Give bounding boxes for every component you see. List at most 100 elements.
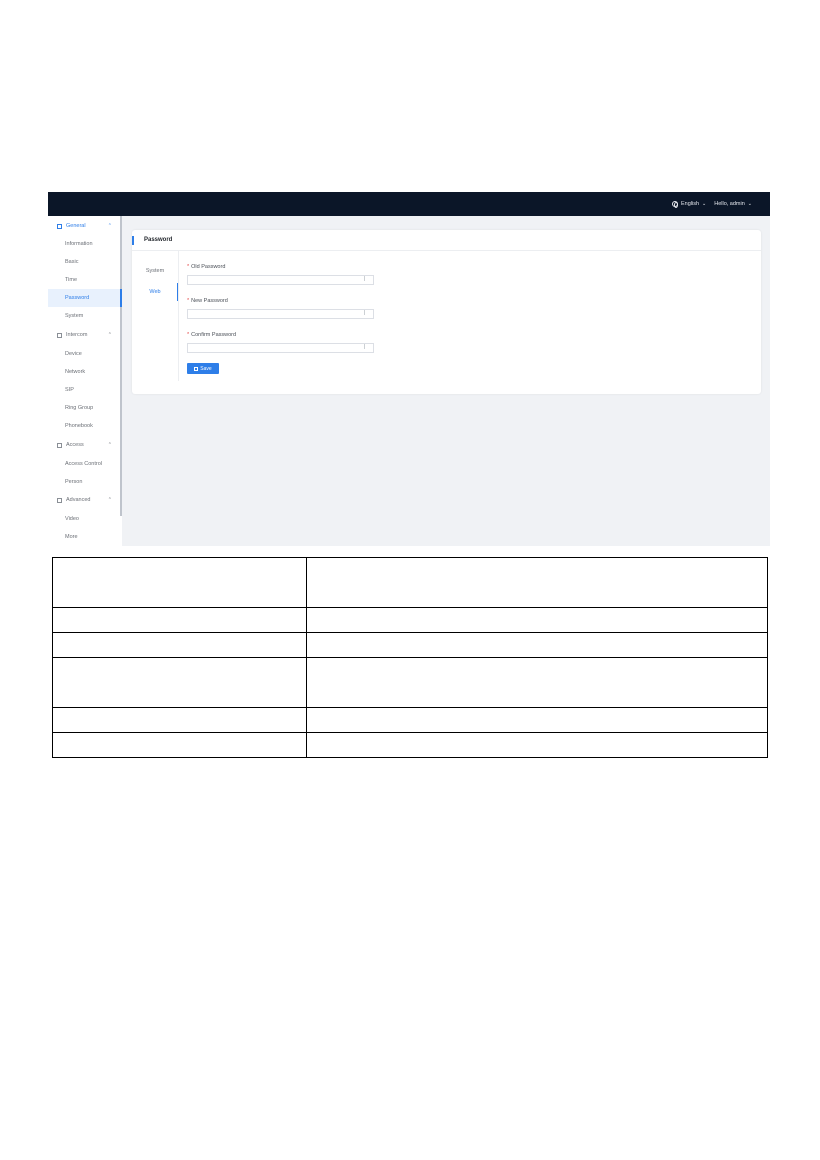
globe-icon bbox=[671, 201, 678, 208]
table-cell bbox=[306, 707, 768, 733]
sidebar-item-sip[interactable]: SIP bbox=[48, 381, 120, 399]
required-marker: * bbox=[187, 332, 190, 338]
language-selector[interactable]: English ⌄ bbox=[671, 201, 707, 208]
subtab-list: System Web bbox=[132, 251, 178, 381]
sidebar-item-label: Video bbox=[65, 516, 79, 522]
sidebar-item-label: More bbox=[65, 534, 78, 540]
sidebar-group-advanced[interactable]: Advanced ⌃ bbox=[48, 491, 120, 509]
table-cell bbox=[52, 707, 307, 733]
sidebar-item-label: SIP bbox=[65, 387, 74, 393]
grid-icon bbox=[57, 223, 62, 229]
sidebar-item-video[interactable]: Video bbox=[48, 510, 120, 528]
table-cell bbox=[52, 632, 307, 658]
subtab-divider bbox=[178, 251, 179, 381]
gear-icon bbox=[57, 497, 62, 503]
table-row bbox=[52, 732, 768, 758]
required-marker: * bbox=[187, 298, 190, 304]
table-row bbox=[52, 607, 768, 633]
chevron-down-icon: ⌄ bbox=[702, 201, 707, 207]
table-cell bbox=[306, 632, 768, 658]
sidebar: General ⌃ Information Basic Time Passwor… bbox=[48, 216, 122, 546]
web-ui-window: English ⌄ Hello, admin ⌄ General ⌃ Infor… bbox=[48, 192, 770, 546]
table-row bbox=[52, 707, 768, 733]
old-password-label: * Old Password bbox=[187, 264, 225, 270]
sidebar-item-network[interactable]: Network bbox=[48, 363, 120, 381]
person-icon bbox=[57, 442, 62, 448]
table-cell bbox=[306, 607, 768, 633]
card-title: Password bbox=[144, 237, 173, 243]
sidebar-group-label: Access bbox=[66, 442, 84, 448]
language-label: English bbox=[680, 201, 700, 207]
table-cell bbox=[306, 732, 768, 758]
card-header: Password bbox=[132, 230, 761, 251]
user-menu[interactable]: Hello, admin ⌄ bbox=[714, 201, 752, 207]
sidebar-item-label: Ring Group bbox=[65, 405, 94, 411]
sidebar-item-label: Basic bbox=[65, 259, 79, 265]
sidebar-group-intercom[interactable]: Intercom ⌃ bbox=[48, 326, 120, 344]
sidebar-item-phonebook[interactable]: Phonebook bbox=[48, 417, 120, 435]
sidebar-item-ring-group[interactable]: Ring Group bbox=[48, 399, 120, 417]
sidebar-item-label: Access Control bbox=[65, 461, 102, 467]
sidebar-item-label: Phonebook bbox=[65, 423, 93, 429]
field-label-text: Old Password bbox=[191, 264, 226, 270]
sidebar-item-more[interactable]: More bbox=[48, 528, 120, 546]
table-cell bbox=[52, 607, 307, 633]
table-cell bbox=[52, 732, 307, 758]
table-row bbox=[52, 557, 768, 608]
chevron-up-icon: ⌃ bbox=[107, 332, 112, 338]
sidebar-group-general[interactable]: General ⌃ bbox=[48, 217, 120, 235]
sidebar-group-label: Advanced bbox=[66, 497, 91, 503]
description-table bbox=[52, 557, 768, 758]
sidebar-item-label: Device bbox=[65, 351, 82, 357]
table-row bbox=[52, 632, 768, 658]
chevron-up-icon: ⌃ bbox=[107, 223, 112, 229]
sidebar-scrollbar[interactable] bbox=[120, 216, 122, 516]
field-label-text: New Password bbox=[191, 298, 228, 304]
field-label-text: Confirm Password bbox=[191, 332, 237, 338]
subtab-label: Web bbox=[149, 289, 161, 295]
sidebar-item-label: Password bbox=[65, 295, 90, 301]
table-cell bbox=[306, 657, 768, 708]
sidebar-item-password[interactable]: Password bbox=[48, 289, 122, 307]
sidebar-item-basic[interactable]: Basic bbox=[48, 253, 120, 271]
new-password-input[interactable] bbox=[187, 309, 374, 319]
sidebar-item-access-control[interactable]: Access Control bbox=[48, 455, 120, 473]
sidebar-item-label: System bbox=[65, 313, 84, 319]
required-marker: * bbox=[187, 264, 190, 270]
phone-icon bbox=[57, 332, 62, 338]
chevron-up-icon: ⌃ bbox=[107, 497, 112, 503]
sidebar-group-label: General bbox=[66, 223, 86, 229]
sidebar-item-label: Time bbox=[65, 277, 78, 283]
new-password-label: * New Password bbox=[187, 298, 228, 304]
top-bar: English ⌄ Hello, admin ⌄ bbox=[48, 192, 770, 216]
subtab-system[interactable]: System bbox=[132, 262, 178, 280]
sidebar-item-label: Information bbox=[65, 241, 93, 247]
table-cell bbox=[52, 557, 307, 608]
save-label: Save bbox=[200, 365, 212, 372]
sidebar-group-access[interactable]: Access ⌃ bbox=[48, 436, 120, 454]
eye-off-icon[interactable]: ꟾ bbox=[364, 312, 370, 317]
sidebar-group-label: Intercom bbox=[66, 332, 88, 338]
subtab-web[interactable]: Web bbox=[132, 283, 178, 301]
table-cell bbox=[306, 557, 768, 608]
sidebar-item-time[interactable]: Time bbox=[48, 271, 120, 289]
save-icon bbox=[194, 366, 199, 371]
eye-off-icon[interactable]: ꟾ bbox=[364, 278, 370, 283]
save-button[interactable]: Save bbox=[187, 363, 219, 374]
user-greeting: Hello, admin bbox=[714, 201, 745, 207]
sidebar-item-information[interactable]: Information bbox=[48, 235, 120, 253]
subtab-label: System bbox=[145, 268, 165, 274]
sidebar-item-system[interactable]: System bbox=[48, 307, 120, 325]
topbar-right: English ⌄ Hello, admin ⌄ bbox=[671, 192, 752, 216]
sidebar-item-label: Network bbox=[65, 369, 86, 375]
sidebar-item-label: Person bbox=[65, 479, 83, 485]
confirm-password-input[interactable] bbox=[187, 343, 374, 353]
eye-off-icon[interactable]: ꟾ bbox=[364, 346, 370, 351]
sidebar-item-device[interactable]: Device bbox=[48, 345, 120, 363]
confirm-password-label: * Confirm Password bbox=[187, 332, 236, 338]
table-row bbox=[52, 657, 768, 708]
old-password-input[interactable] bbox=[187, 275, 374, 285]
sidebar-item-person[interactable]: Person bbox=[48, 473, 120, 491]
table-cell bbox=[52, 657, 307, 708]
title-accent-bar bbox=[132, 236, 134, 245]
